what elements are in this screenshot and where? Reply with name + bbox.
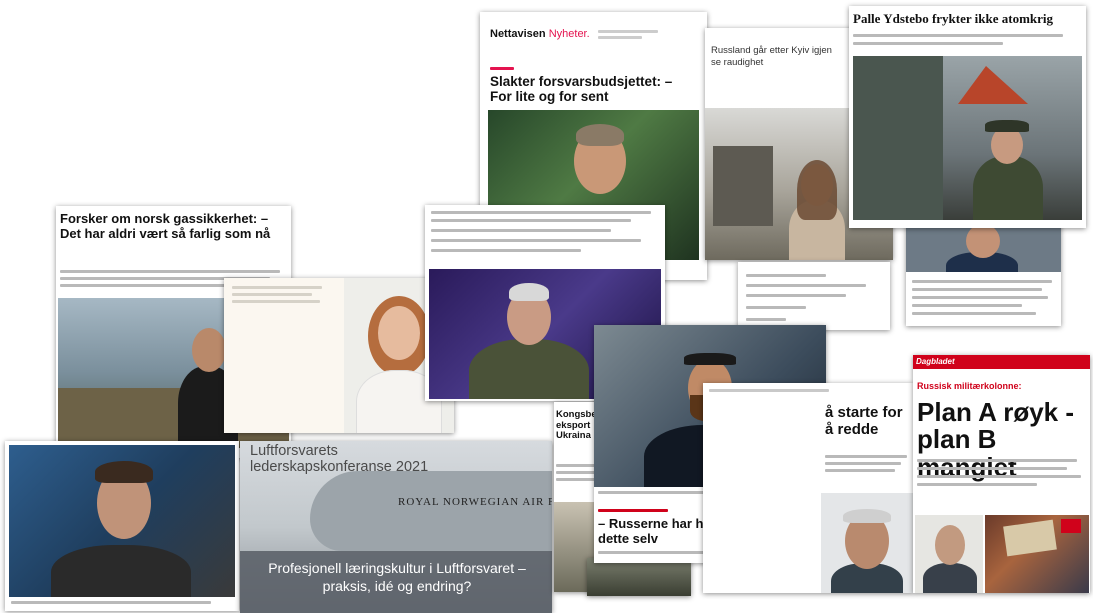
palle-photo: [853, 56, 1082, 220]
plan-photo-right: [985, 515, 1089, 593]
vehicle-photo: [587, 558, 691, 596]
palle-headline: Palle Ydstebo frykter ikke atomkrig: [853, 11, 1054, 26]
gass-headline: Forsker om norsk gassikkerhet: – Det har…: [60, 211, 271, 241]
clipping-plan: Dagbladet Russisk militærkolonne: Plan A…: [913, 355, 1090, 593]
aircraft-fuselage: [310, 471, 552, 551]
portrait-right-photo: [906, 222, 1061, 272]
nettavisen-brand-section: Nyheter.: [548, 28, 590, 40]
plan-photo-left: [915, 515, 983, 593]
starte-photo: [821, 493, 913, 593]
clipping-luftforsvaret: Luftforsvarets lederskapskonferanse 2021…: [240, 441, 552, 613]
dagbladet-masthead: Dagbladet: [916, 357, 955, 366]
plan-kicker: Russisk militærkolonne:: [917, 381, 1022, 391]
nettavisen-headline: Slakter forsvarsbudsjettet: – For lite o…: [490, 74, 673, 105]
clipping-palle: Palle Ydstebo frykter ikke atomkrig: [849, 6, 1086, 228]
man-glasses-photo: [9, 445, 235, 597]
clipping-starte: å starte for å redde: [703, 383, 913, 593]
clipping-woman: [224, 278, 454, 433]
luftforsvaret-caption: Profesjonell læringskultur i Luftforsvar…: [268, 560, 526, 595]
nettavisen-brand: Nettavisen: [490, 28, 546, 40]
aircraft-text: ROYAL NORWEGIAN AIR FORCE: [398, 496, 552, 508]
clipping-man-glasses: [5, 441, 239, 611]
clipping-comments: [738, 262, 890, 330]
clipping-vehicle: [587, 558, 691, 596]
clipping-portrait-right: [906, 222, 1061, 326]
starte-headline: å starte for å redde: [825, 404, 903, 438]
